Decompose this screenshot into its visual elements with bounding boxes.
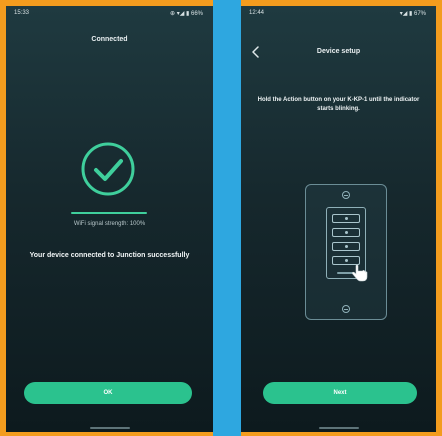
gesture-bar: [318, 427, 359, 429]
ok-button[interactable]: OK: [24, 382, 192, 404]
divider-strip: [213, 0, 241, 436]
pointing-hand-icon: [350, 263, 370, 283]
status-bar: 15:33 ⊕ ▾◢ ▮ 66%: [6, 6, 213, 22]
screw-top-icon: [342, 191, 350, 199]
gesture-bar: [89, 427, 130, 429]
next-button[interactable]: Next: [263, 382, 417, 404]
device-setup-screen: 12:44 ▾◢ ▮ 67% Device setup Hold the Act…: [241, 6, 436, 432]
keypad-key: [332, 242, 360, 251]
check-circle-icon: [79, 140, 137, 198]
status-bar: 12:44 ▾◢ ▮ 67%: [241, 6, 436, 22]
screw-bottom-icon: [342, 305, 350, 313]
signal-strength-text: WiFi signal strength: 100%: [73, 221, 146, 227]
status-indicators: ⊕ ▾◢ ▮ 66%: [170, 11, 203, 17]
keypad-key: [332, 214, 360, 223]
wall-keypad-icon: [305, 184, 387, 320]
connected-screen: 15:33 ⊕ ▾◢ ▮ 66% Connected WiFi signal s…: [6, 6, 213, 432]
page-title: Device setup: [316, 48, 361, 55]
status-indicators: ▾◢ ▮ 67%: [399, 11, 426, 17]
status-time: 12:44: [249, 10, 265, 16]
setup-instructions: Hold the Action button on your K-KP-1 un…: [257, 97, 420, 112]
page-title: Connected: [91, 36, 128, 43]
status-time: 15:33: [14, 10, 30, 16]
signal-strength-bar: [71, 212, 147, 214]
connection-message: Your device connected to Junction succes…: [29, 252, 190, 259]
keypad-key: [332, 228, 360, 237]
